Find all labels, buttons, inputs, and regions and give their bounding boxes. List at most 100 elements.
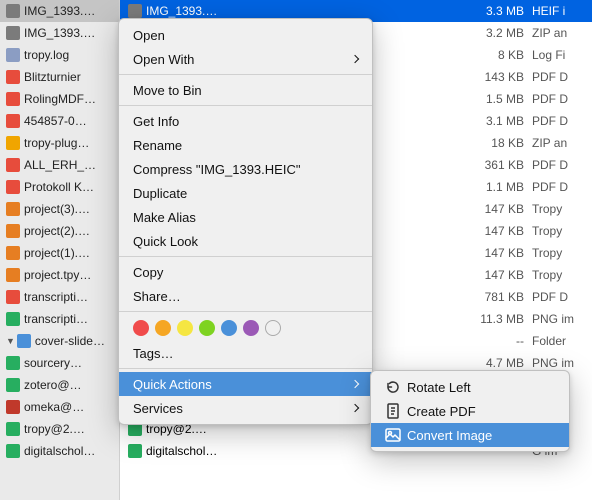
file-size: 147 KB: [454, 202, 524, 216]
file-type: PDF D: [524, 180, 584, 194]
menu-item-share[interactable]: Share…: [119, 284, 372, 308]
sidebar-item-tropy-plug[interactable]: tropy-plug…: [0, 132, 119, 154]
file-size: 781 KB: [454, 290, 524, 304]
sidebar-item-project1[interactable]: project(1).…: [0, 242, 119, 264]
menu-item-open-with[interactable]: Open With: [119, 47, 372, 71]
heif-icon: [6, 4, 20, 18]
chevron-right-icon: [351, 380, 359, 388]
menu-item-quick-actions[interactable]: Quick Actions: [119, 372, 372, 396]
color-dot-yellow[interactable]: [177, 320, 193, 336]
menu-separator: [119, 105, 372, 106]
sidebar-item-sourcery[interactable]: sourcery…: [0, 352, 119, 374]
menu-item-open[interactable]: Open: [119, 23, 372, 47]
submenu-item-rotate-left[interactable]: Rotate Left: [371, 375, 569, 399]
menu-item-services[interactable]: Services: [119, 396, 372, 420]
sidebar-item-zotero[interactable]: zotero@…: [0, 374, 119, 396]
zip-icon: [6, 136, 20, 150]
menu-item-compress[interactable]: Compress "IMG_1393.HEIC": [119, 157, 372, 181]
file-type: Tropy: [524, 246, 584, 260]
heif-file-icon: [128, 4, 142, 18]
pdf-icon: [6, 70, 20, 84]
file-size: 8 KB: [454, 48, 524, 62]
file-size: 4.7 MB: [454, 356, 524, 370]
menu-item-tags[interactable]: Tags…: [119, 341, 372, 365]
pdf-icon: [6, 158, 20, 172]
menu-item-rename[interactable]: Rename: [119, 133, 372, 157]
sidebar-item-454857[interactable]: 454857-0…: [0, 110, 119, 132]
sidebar-item-label: tropy-plug…: [24, 136, 89, 150]
file-size: 11.3 MB: [454, 312, 524, 326]
rotate-left-icon: [385, 379, 401, 395]
menu-separator: [119, 368, 372, 369]
color-dot-red[interactable]: [133, 320, 149, 336]
menu-item-make-alias[interactable]: Make Alias: [119, 205, 372, 229]
sidebar-item-roling[interactable]: RolingMDF…: [0, 88, 119, 110]
file-size: 143 KB: [454, 70, 524, 84]
file-type: Tropy: [524, 224, 584, 238]
folder-icon: [17, 334, 31, 348]
sidebar-item-project2[interactable]: project(2).…: [0, 220, 119, 242]
sidebar-item-label: cover-slide…: [35, 334, 105, 348]
sidebar-item-tropy-log[interactable]: tropy.log: [0, 44, 119, 66]
sidebar-item-transcripti1[interactable]: transcripti…: [0, 286, 119, 308]
file-type: PDF D: [524, 158, 584, 172]
file-type: PNG im: [524, 312, 584, 326]
file-type: PNG im: [524, 356, 584, 370]
tropy-icon: [6, 246, 20, 260]
sidebar-item-digitalschol[interactable]: digitalschol…: [0, 440, 119, 462]
log-icon: [6, 48, 20, 62]
color-dot-purple[interactable]: [243, 320, 259, 336]
file-size: --: [454, 334, 524, 348]
file-size: 361 KB: [454, 158, 524, 172]
file-type: PDF D: [524, 70, 584, 84]
file-name: IMG_1393.…: [128, 4, 454, 18]
sidebar-item-omeka[interactable]: omeka@…: [0, 396, 119, 418]
menu-item-quick-look[interactable]: Quick Look: [119, 229, 372, 253]
sidebar-item-allerh[interactable]: ALL_ERH_…: [0, 154, 119, 176]
color-dot-orange[interactable]: [155, 320, 171, 336]
color-dot-none[interactable]: [265, 320, 281, 336]
file-type: PDF D: [524, 290, 584, 304]
sidebar-item-img1393b[interactable]: IMG_1393.…: [0, 22, 119, 44]
create-pdf-icon: [385, 403, 401, 419]
chevron-right-icon: [351, 404, 359, 412]
sidebar-item-label: ALL_ERH_…: [24, 158, 96, 172]
sidebar-item-img1393[interactable]: IMG_1393.…: [0, 0, 119, 22]
file-size: 3.3 MB: [454, 4, 524, 18]
pdf-icon: [6, 290, 20, 304]
sidebar-item-project3[interactable]: project(3).…: [0, 198, 119, 220]
sidebar-item-cover-slide[interactable]: ▼ cover-slide…: [0, 330, 119, 352]
sidebar-item-blitz[interactable]: Blitzturnier: [0, 66, 119, 88]
png-icon: [6, 400, 20, 414]
menu-item-get-info[interactable]: Get Info: [119, 109, 372, 133]
file-size: 1.1 MB: [454, 180, 524, 194]
convert-image-icon: [385, 427, 401, 443]
file-size: 1.5 MB: [454, 92, 524, 106]
color-dot-green[interactable]: [199, 320, 215, 336]
file-type: ZIP an: [524, 136, 584, 150]
sidebar-item-label: 454857-0…: [24, 114, 87, 128]
sidebar-item-project-tpy[interactable]: project.tpy…: [0, 264, 119, 286]
color-dot-blue[interactable]: [221, 320, 237, 336]
png-file-icon: [128, 444, 142, 458]
sidebar-item-label: omeka@…: [24, 400, 84, 414]
sidebar-item-transcripti2[interactable]: transcripti…: [0, 308, 119, 330]
submenu-item-convert-image[interactable]: Convert Image: [371, 423, 569, 447]
color-tags-row: [119, 315, 372, 341]
menu-item-duplicate[interactable]: Duplicate: [119, 181, 372, 205]
png-icon: [6, 422, 20, 436]
sidebar-item-label: project(2).…: [24, 224, 90, 238]
sidebar-item-label: transcripti…: [24, 290, 88, 304]
tropy-icon: [6, 268, 20, 282]
sidebar-item-label: sourcery…: [24, 356, 82, 370]
menu-item-move-to-bin[interactable]: Move to Bin: [119, 78, 372, 102]
submenu-item-create-pdf[interactable]: Create PDF: [371, 399, 569, 423]
sidebar-item-protokoll[interactable]: Protokoll K…: [0, 176, 119, 198]
tropy-icon: [6, 224, 20, 238]
sidebar-item-label: project.tpy…: [24, 268, 91, 282]
tropy-icon: [6, 202, 20, 216]
sidebar-item-tropy2[interactable]: tropy@2.…: [0, 418, 119, 440]
file-type: Log Fi: [524, 48, 584, 62]
menu-item-copy[interactable]: Copy: [119, 260, 372, 284]
sidebar-item-label: RolingMDF…: [24, 92, 96, 106]
